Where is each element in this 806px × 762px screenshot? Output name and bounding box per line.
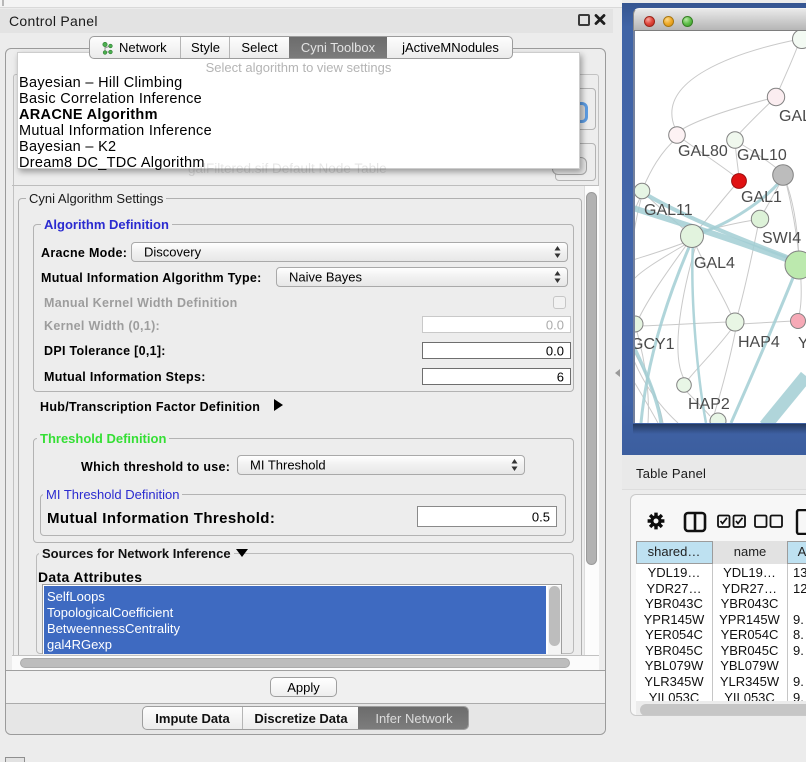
svg-text:GAL7: GAL7 <box>779 108 806 125</box>
svg-text:GAL4: GAL4 <box>694 255 735 272</box>
svg-text:HAP2: HAP2 <box>688 396 730 413</box>
svg-text:GAL80: GAL80 <box>678 143 728 160</box>
svg-text:GAL1: GAL1 <box>741 189 782 206</box>
svg-text:HAP4: HAP4 <box>738 334 780 351</box>
svg-text:GCY1: GCY1 <box>635 336 675 353</box>
svg-text:GAL10: GAL10 <box>737 147 787 164</box>
svg-text:YJ: YJ <box>798 335 806 352</box>
svg-text:SWI4: SWI4 <box>762 230 801 247</box>
svg-text:GAL11: GAL11 <box>644 202 693 219</box>
